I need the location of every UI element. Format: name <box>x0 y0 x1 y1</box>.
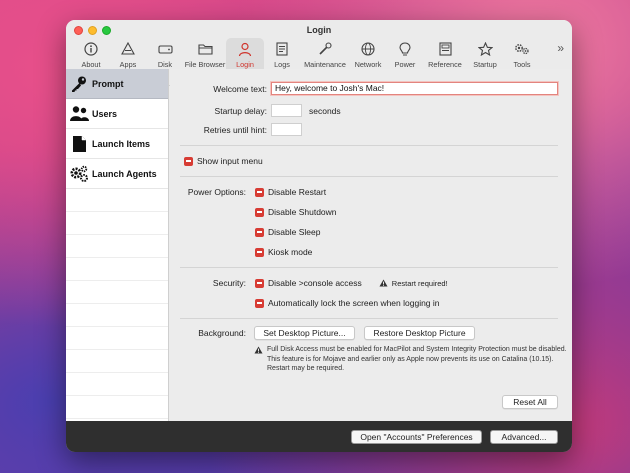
sidebar-empty-row <box>66 373 168 396</box>
disable-console-checkbox[interactable]: Disable >console access <box>255 278 362 288</box>
toolbar-label: Network <box>354 60 382 69</box>
toolbar-overflow-button[interactable]: » <box>557 41 564 55</box>
checkbox-label: Show input menu <box>197 156 263 166</box>
star-icon <box>477 41 493 57</box>
checkbox-label: Disable Restart <box>268 187 327 197</box>
sidebar-item-launch-agents[interactable]: Launch Agents <box>66 159 168 189</box>
separator <box>180 145 558 146</box>
security-label: Security: <box>212 278 246 288</box>
users-icon <box>69 104 89 124</box>
reset-all-button[interactable]: Reset All <box>502 395 558 409</box>
toolbar-label: Maintenance <box>304 60 346 69</box>
apps-icon <box>120 41 136 57</box>
separator <box>180 267 558 268</box>
checkbox-mark <box>255 278 264 288</box>
book-icon <box>437 41 453 57</box>
sidebar-empty-row <box>66 350 168 373</box>
toolbar-label: Login <box>236 60 254 69</box>
disable-sleep-checkbox[interactable]: Disable Sleep <box>255 227 320 237</box>
globe-icon <box>360 41 376 57</box>
sidebar-item-label: Users <box>92 108 118 119</box>
checkbox-label: Disable Sleep <box>268 227 321 237</box>
sidebar-item-prompt[interactable]: Prompt <box>66 69 168 99</box>
logs-icon <box>274 41 290 57</box>
folder-icon <box>197 41 213 57</box>
warning-icon <box>379 279 388 287</box>
login-window: Login About Apps Disk File Browser Login… <box>66 20 572 452</box>
toolbar-label: Startup <box>473 60 497 69</box>
disable-restart-checkbox[interactable]: Disable Restart <box>255 187 326 197</box>
restart-required-notice: Restart required! <box>379 279 448 288</box>
retries-field[interactable] <box>271 123 302 136</box>
checkbox-label: Automatically lock the screen when loggi… <box>268 298 440 308</box>
document-icon <box>69 134 89 154</box>
sidebar-item-label: Launch Agents <box>92 168 157 179</box>
sidebar-empty-row <box>66 281 168 304</box>
welcome-text-label: Welcome text: <box>213 83 267 94</box>
checkbox-mark <box>255 247 264 257</box>
checkbox-label: Disable >console access <box>268 278 362 288</box>
checkbox-label: Kiosk mode <box>268 247 313 257</box>
toolbar-label: Apps <box>119 60 137 69</box>
warning-icon <box>254 346 263 354</box>
maintenance-icon <box>317 41 333 57</box>
open-accounts-preferences-button[interactable]: Open "Accounts" Preferences <box>351 430 482 444</box>
window-title: Login <box>306 25 332 35</box>
gears-icon <box>69 164 89 184</box>
startup-delay-field[interactable] <box>271 104 302 117</box>
sidebar-empty-row <box>66 212 168 235</box>
restart-required-text: Restart required! <box>391 278 448 288</box>
toolbar-label: Power <box>394 60 416 69</box>
prompt-pane: Welcome text: Hey, welcome to Josh's Mac… <box>170 69 572 421</box>
restore-desktop-picture-button[interactable]: Restore Desktop Picture <box>364 326 475 340</box>
login-icon <box>237 41 253 57</box>
disable-shutdown-checkbox[interactable]: Disable Shutdown <box>255 207 337 217</box>
toolbar-label: Tools <box>513 60 531 69</box>
checkbox-mark <box>184 156 193 166</box>
sidebar-item-users[interactable]: Users <box>66 99 168 129</box>
bulb-icon <box>397 41 413 57</box>
power-options-label: Power Options: <box>187 187 246 197</box>
checkbox-label: Disable Shutdown <box>268 207 337 217</box>
sidebar-item-label: Launch Items <box>92 138 151 149</box>
full-disk-access-note: Full Disk Access must be enabled for Mac… <box>267 346 567 372</box>
toolbar-label: About <box>81 60 101 69</box>
advanced-button[interactable]: Advanced... <box>490 430 558 444</box>
sidebar: Prompt Users Launch Items Launch Agents <box>66 69 169 421</box>
checkbox-mark <box>255 298 264 308</box>
sidebar-empty-row <box>66 327 168 350</box>
sidebar-item-launch-items[interactable]: Launch Items <box>66 129 168 159</box>
disk-icon <box>157 41 173 57</box>
sidebar-empty-row <box>66 189 168 212</box>
separator <box>180 318 558 319</box>
kiosk-mode-checkbox[interactable]: Kiosk mode <box>255 247 312 257</box>
toolbar-label: Reference <box>428 60 462 69</box>
info-icon <box>83 41 99 57</box>
checkbox-mark <box>255 187 264 197</box>
startup-delay-unit: seconds <box>309 105 341 116</box>
sidebar-empty-row <box>66 396 168 419</box>
checkbox-mark <box>255 207 264 217</box>
separator <box>180 176 558 177</box>
sidebar-empty-row <box>66 258 168 281</box>
auto-lock-checkbox[interactable]: Automatically lock the screen when loggi… <box>255 298 440 308</box>
background-label: Background: <box>198 328 246 338</box>
show-input-menu-checkbox[interactable]: Show input menu <box>184 156 263 166</box>
gears-icon <box>514 41 530 57</box>
bottom-bar: Open "Accounts" Preferences Advanced... <box>66 421 572 452</box>
sidebar-empty-row <box>66 235 168 258</box>
checkbox-mark <box>255 227 264 237</box>
key-icon <box>69 74 89 94</box>
sidebar-item-label: Prompt <box>92 78 124 89</box>
set-desktop-picture-button[interactable]: Set Desktop Picture... <box>254 326 355 340</box>
welcome-text-field[interactable]: Hey, welcome to Josh's Mac! <box>271 82 558 95</box>
startup-delay-label: Startup delay: <box>214 105 267 116</box>
toolbar-label: Disk <box>157 60 173 69</box>
retries-label: Retries until hint: <box>203 124 267 135</box>
sidebar-empty-row <box>66 304 168 327</box>
toolbar-label: Logs <box>274 60 290 69</box>
toolbar-label: File Browser <box>184 60 226 69</box>
